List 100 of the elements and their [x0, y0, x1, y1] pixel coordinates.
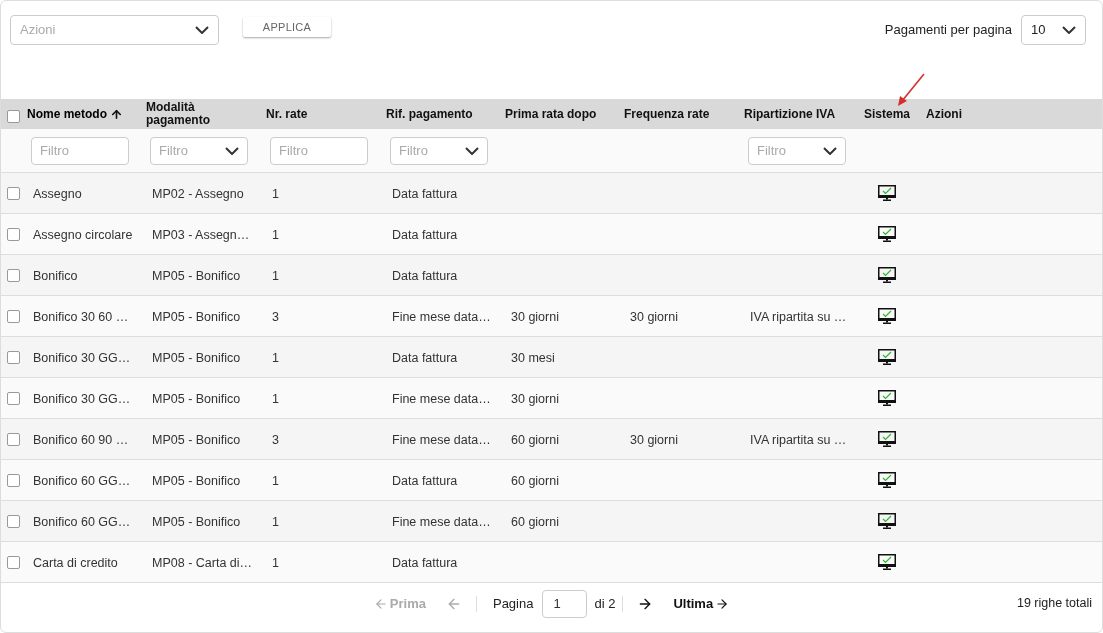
column-header[interactable]: Ripartizione IVA [744, 107, 836, 121]
table-row[interactable]: Assegno MP02 - Assegno 1 Data fattura [1, 173, 1102, 214]
table-cell: 1 [272, 515, 279, 529]
table-cell: IVA ripartita su … [750, 310, 847, 324]
column-header[interactable]: Frequenza rate [624, 107, 710, 121]
page-number-field[interactable]: 1 [542, 589, 588, 618]
table-cell: 30 giorni [630, 310, 678, 324]
table-row[interactable]: Bonifico 30 60 … MP05 - Bonifico 3 Fine mese data… 30 giorni 30 giorni IVA ripartita su … [1, 296, 1102, 337]
table-cell: MP02 - Assegno [152, 187, 244, 201]
table-cell: 1 [272, 228, 279, 242]
arrow-left-icon [373, 596, 388, 611]
table-row[interactable]: Assegno circolare MP03 - Assegn… 1 Data fattura [1, 214, 1102, 255]
table-cell: Bonifico 60 GG… [33, 474, 131, 488]
monitor-check-icon [878, 430, 896, 448]
checkbox[interactable] [7, 514, 20, 528]
table-cell: MP05 - Bonifico [152, 515, 241, 529]
apply-button[interactable]: APPLICA [243, 17, 331, 37]
checkbox[interactable] [7, 109, 20, 123]
table-cell: 60 giorni [511, 433, 559, 447]
monitor-check-icon [878, 512, 896, 530]
page-size-select[interactable]: 10 [1021, 15, 1086, 45]
table-cell: 30 giorni [511, 392, 559, 406]
checkbox[interactable] [7, 268, 20, 282]
table-cell: MP05 - Bonifico [152, 392, 241, 406]
checkbox[interactable] [7, 227, 20, 241]
monitor-check-icon [878, 184, 896, 202]
chevron-down-icon [465, 146, 479, 155]
table-cell: 30 giorni [630, 433, 678, 447]
checkbox[interactable] [7, 391, 20, 405]
table-cell: 1 [272, 556, 279, 570]
table-cell: Fine mese data… [392, 515, 491, 529]
last-page-button[interactable]: Ultima [673, 593, 730, 614]
monitor-check-icon [878, 307, 896, 325]
table-row[interactable]: Bonifico MP05 - Bonifico 1 Data fattura [1, 255, 1102, 296]
table-row[interactable]: Bonifico 60 GG… MP05 - Bonifico 1 Fine mese data… 60 giorni [1, 501, 1102, 542]
table-cell: Carta di credito [33, 556, 118, 570]
table-cell: 1 [272, 187, 279, 201]
table-cell: MP05 - Bonifico [152, 269, 241, 283]
chevron-down-icon [1062, 26, 1076, 34]
checkbox[interactable] [7, 350, 20, 364]
checkbox[interactable] [7, 309, 20, 323]
table-cell: 60 giorni [511, 474, 559, 488]
table-cell: Bonifico 60 90 … [33, 433, 129, 447]
table-cell: 30 giorni [511, 310, 559, 324]
table-cell: 1 [272, 351, 279, 365]
total-rows: 19 righe totali [1016, 594, 1092, 613]
monitor-check-icon [878, 225, 896, 243]
table-cell: MP05 - Bonifico [152, 474, 241, 488]
checkbox[interactable] [7, 473, 20, 487]
table-cell: IVA ripartita su … [750, 433, 847, 447]
table-cell: MP03 - Assegn… [152, 228, 250, 242]
table-cell: Data fattura [392, 474, 458, 488]
table-cell: Data fattura [392, 351, 458, 365]
table-cell: 60 giorni [511, 515, 559, 529]
chevron-down-icon [225, 146, 239, 155]
table-cell: Fine mese data… [392, 433, 491, 447]
monitor-check-icon [878, 266, 896, 284]
column-header[interactable]: Modalità pagamento [146, 101, 251, 127]
table-row[interactable]: Bonifico 30 GG… MP05 - Bonifico 1 Data fattura 30 mesi [1, 337, 1102, 378]
table-row[interactable]: Bonifico 60 90 … MP05 - Bonifico 3 Fine mese data… 60 giorni 30 giorni IVA ripartita su … [1, 419, 1102, 460]
arrow-right-icon [715, 596, 730, 611]
table-cell: Bonifico 30 GG… [33, 392, 131, 406]
table-row[interactable]: Bonifico 30 GG… MP05 - Bonifico 1 Fine mese data… 30 giorni [1, 378, 1102, 419]
page-count: di 2 [594, 594, 616, 613]
column-header[interactable]: Rif. pagamento [386, 107, 473, 121]
page-size-label: Pagamenti per pagina [884, 21, 1012, 40]
table-cell: 1 [272, 269, 279, 283]
monitor-check-icon [878, 553, 896, 571]
column-header[interactable]: Prima rata dopo [505, 107, 597, 121]
table-cell: Fine mese data… [392, 310, 491, 324]
table-cell: Data fattura [392, 556, 458, 570]
table-cell: Fine mese data… [392, 392, 491, 406]
table-cell: Assegno circolare [33, 228, 133, 242]
checkbox[interactable] [7, 432, 20, 446]
table-cell: Data fattura [392, 228, 458, 242]
sort-arrow-icon [110, 107, 123, 121]
monitor-check-icon [878, 389, 896, 407]
monitor-check-icon [878, 348, 896, 366]
table-cell: 3 [272, 310, 279, 324]
filter-field[interactable]: Filtro [31, 136, 129, 165]
page-label: Pagina [492, 594, 534, 613]
checkbox[interactable] [7, 555, 20, 569]
column-header[interactable]: Nome metodo [27, 107, 107, 121]
table-cell: 1 [272, 474, 279, 488]
table-cell: Data fattura [392, 187, 458, 201]
filter-field[interactable]: Filtro [270, 136, 368, 165]
table-cell: Data fattura [392, 269, 458, 283]
column-header[interactable]: Azioni [926, 107, 962, 121]
checkbox[interactable] [7, 186, 20, 200]
table-cell: Bonifico 30 GG… [33, 351, 131, 365]
table-row[interactable]: Bonifico 60 GG… MP05 - Bonifico 1 Data fattura 60 giorni [1, 460, 1102, 501]
chevron-down-icon [195, 26, 209, 34]
column-header[interactable]: Nr. rate [266, 107, 308, 121]
table-cell: MP05 - Bonifico [152, 351, 241, 365]
table-cell: 1 [272, 392, 279, 406]
table-row[interactable]: Carta di credito MP08 - Carta di… 1 Data fattura [1, 542, 1102, 583]
table-cell: Assegno [33, 187, 82, 201]
table-cell: MP05 - Bonifico [152, 310, 241, 324]
column-header[interactable]: Sistema [864, 107, 911, 121]
table-cell: Bonifico 60 GG… [33, 515, 131, 529]
